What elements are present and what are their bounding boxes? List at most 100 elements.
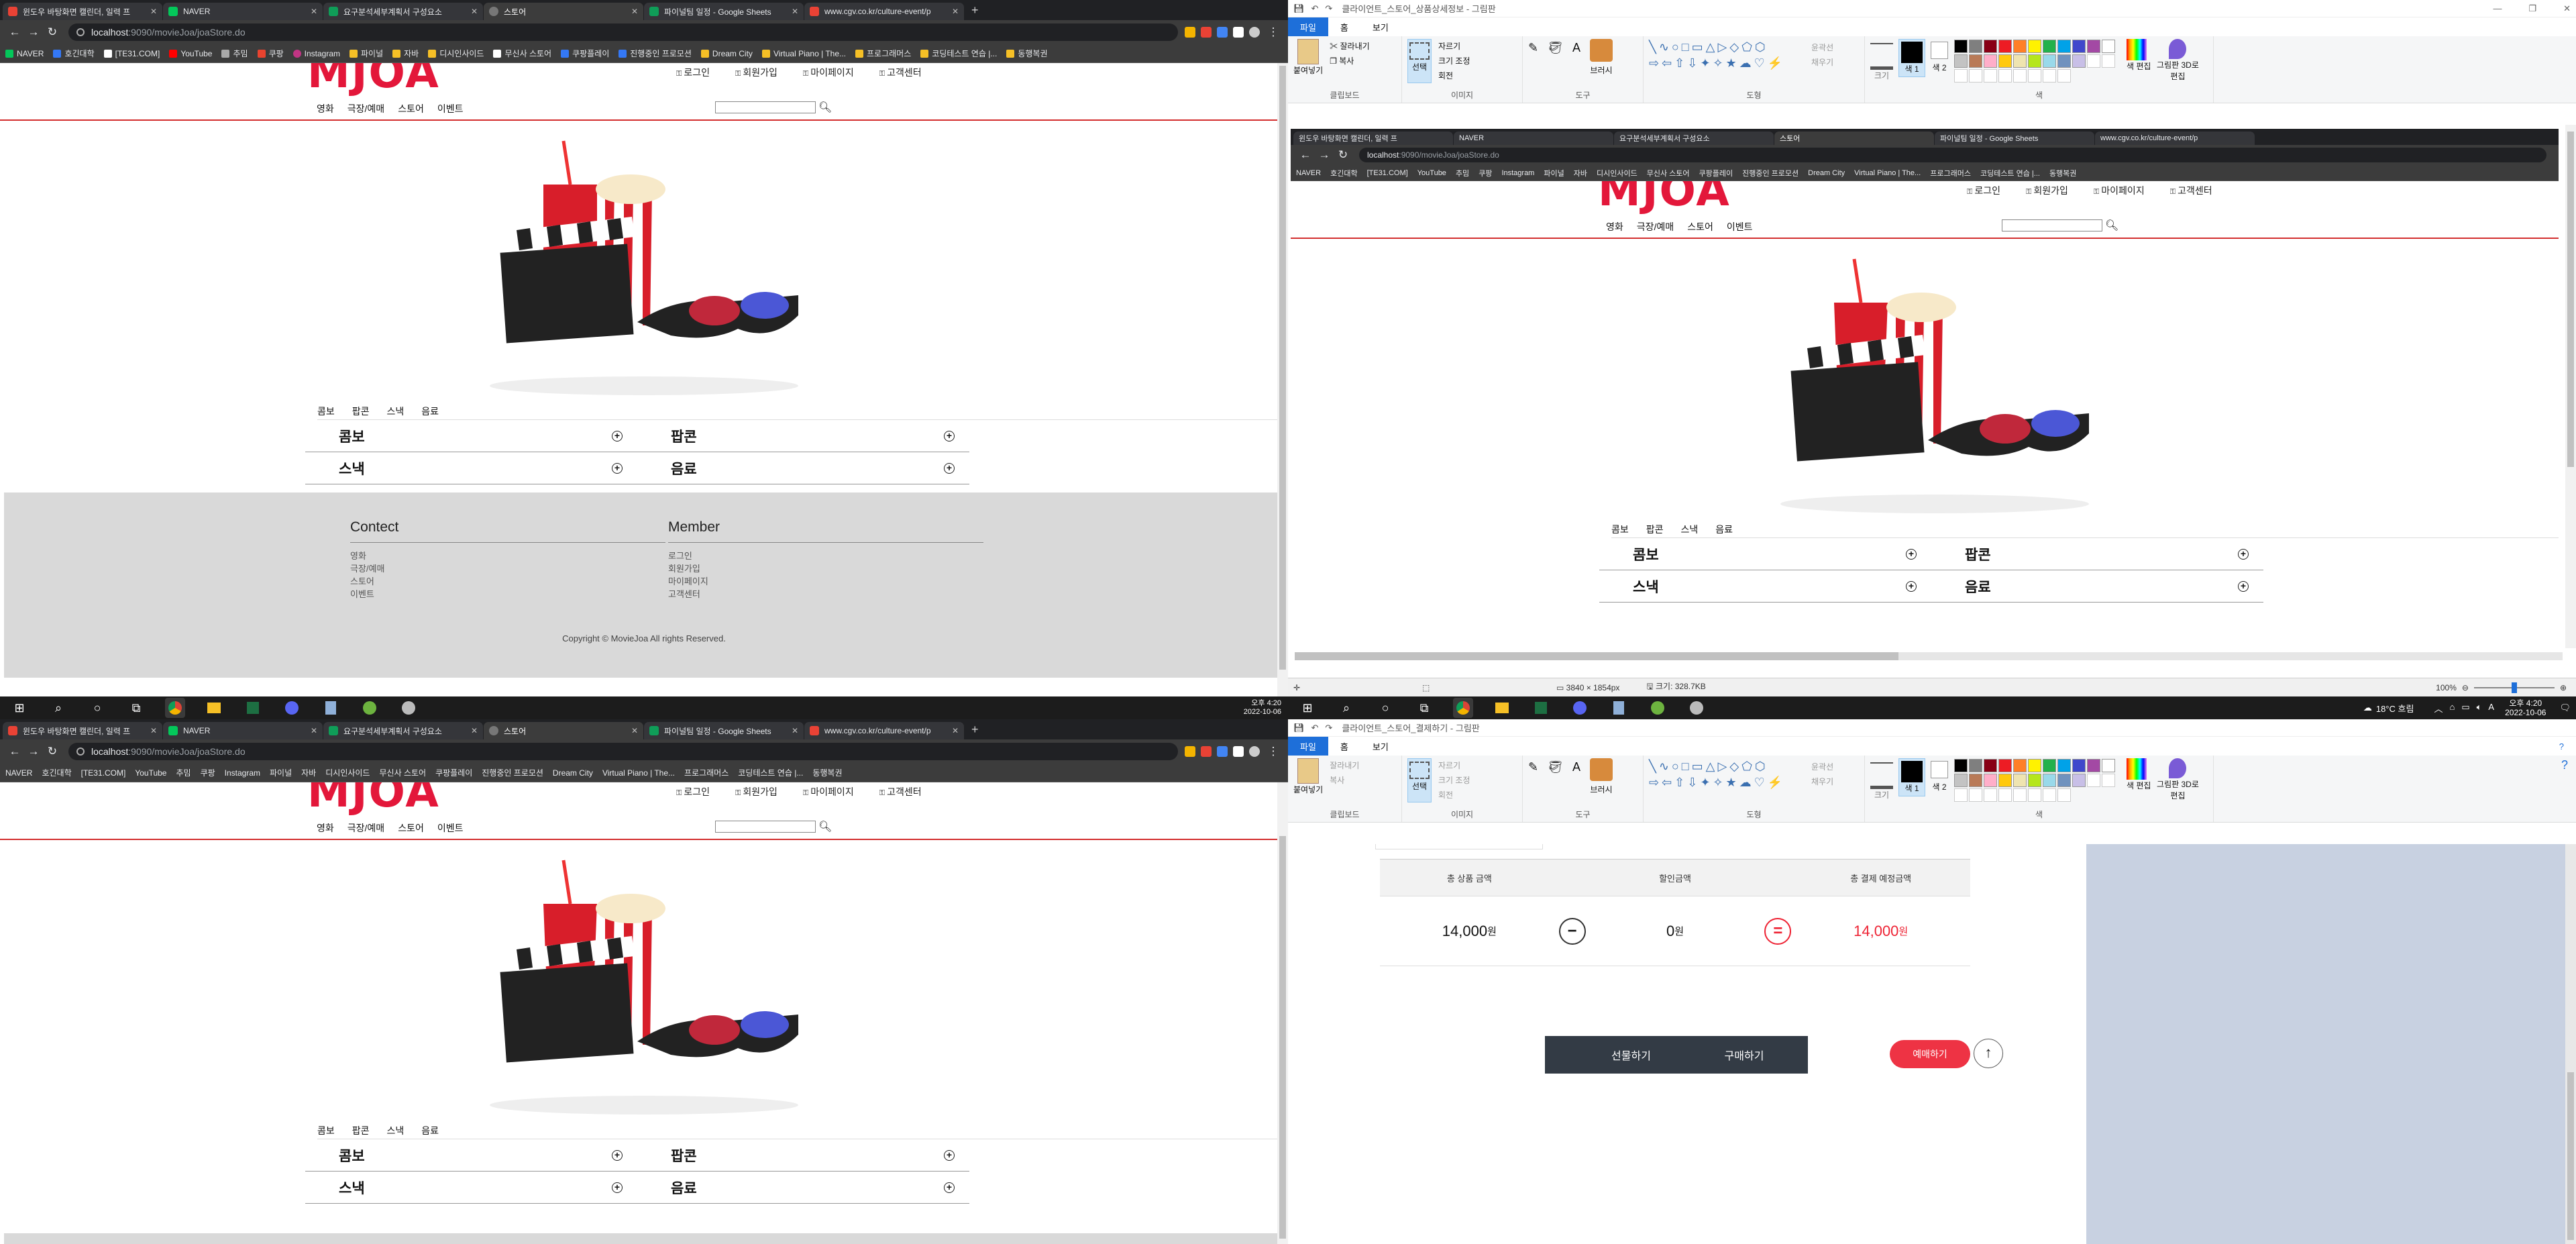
- bookmark[interactable]: [TE31.COM]: [81, 768, 126, 778]
- select-button[interactable]: 선택: [1407, 758, 1432, 802]
- palette-swatch[interactable]: [1984, 40, 1997, 53]
- forward-icon[interactable]: →: [24, 745, 43, 758]
- extension-icon[interactable]: [1217, 27, 1228, 38]
- customer-center-link[interactable]: 고객센터: [879, 66, 922, 79]
- palette-swatch[interactable]: [1954, 759, 1968, 772]
- extension-icon[interactable]: [1217, 746, 1228, 757]
- footer-link[interactable]: 회원가입: [668, 562, 983, 575]
- profile-icon[interactable]: [1249, 27, 1260, 38]
- puzzle-icon[interactable]: [1233, 27, 1244, 38]
- search-icon[interactable]: 🔍︎: [818, 820, 832, 833]
- puzzle-icon[interactable]: [1233, 746, 1244, 757]
- bookmark[interactable]: Dream City: [700, 49, 753, 58]
- palette-swatch-empty[interactable]: [2087, 774, 2100, 787]
- scrollbar-thumb[interactable]: [2567, 1072, 2574, 1240]
- address-bar[interactable]: localhost:9090/movieJoa/joaStore.do: [68, 23, 1178, 41]
- bookmark[interactable]: 무신사 스토어: [379, 767, 426, 778]
- palette-swatch[interactable]: [2102, 40, 2115, 53]
- menu-home[interactable]: 홈: [1328, 17, 1360, 37]
- palette-swatch[interactable]: [2043, 759, 2056, 772]
- extension-icon[interactable]: [1185, 746, 1195, 757]
- bookmark[interactable]: 무신사 스토어: [493, 48, 551, 59]
- close-icon[interactable]: ✕: [948, 726, 959, 735]
- search-icon[interactable]: ⌕: [1336, 698, 1356, 718]
- buy-button[interactable]: 구매하기: [1680, 1036, 1808, 1074]
- windows-start-icon[interactable]: ⊞: [1297, 698, 1318, 718]
- menu-movie[interactable]: 영화: [317, 821, 334, 835]
- paint-canvas[interactable]: 총 상품 금액 할인금액 총 결제 예정금액 14,000 원 − 0원 = 14…: [1288, 844, 2576, 1244]
- paste-button[interactable]: 붙여넣기: [1293, 39, 1323, 76]
- category-combo[interactable]: 콤보 +: [305, 420, 637, 452]
- notification-icon[interactable]: 🗨︎: [2559, 703, 2571, 713]
- resize-button[interactable]: 크기 조정: [1438, 773, 1470, 788]
- bookmark[interactable]: 프로그래머스: [855, 48, 911, 59]
- scrollbar-thumb[interactable]: [1279, 66, 1286, 670]
- palette-swatch[interactable]: [1984, 759, 1997, 772]
- bookmark[interactable]: 동행복권: [1006, 48, 1048, 59]
- menu-home[interactable]: 홈: [1328, 737, 1360, 756]
- tab-popcorn[interactable]: 팝콘: [352, 1124, 370, 1137]
- palette-swatch[interactable]: [2072, 759, 2086, 772]
- scrollbar-thumb[interactable]: [1295, 652, 1898, 660]
- color1-button[interactable]: 색 1: [1898, 39, 1925, 77]
- palette-swatch[interactable]: [2087, 759, 2100, 772]
- menu-file[interactable]: 파일: [1288, 736, 1328, 756]
- size-button[interactable]: 크기: [1870, 758, 1893, 800]
- tab-snack[interactable]: 스낵: [387, 405, 405, 418]
- palette-swatch-empty[interactable]: [2028, 788, 2041, 802]
- brush-button[interactable]: 브러시: [1589, 758, 1613, 798]
- bookmark[interactable]: 코딩테스트 연습 |...: [738, 767, 803, 778]
- zoom-slider[interactable]: [2473, 682, 2555, 693]
- close-icon[interactable]: ✕: [146, 726, 157, 735]
- chevron-up-icon[interactable]: ︿: [2434, 702, 2443, 715]
- profile-icon[interactable]: [1249, 746, 1260, 757]
- paste-button[interactable]: 붙여넣기: [1293, 758, 1323, 795]
- plus-circle-icon[interactable]: +: [612, 1149, 623, 1161]
- plus-circle-icon[interactable]: +: [612, 1182, 623, 1193]
- browser-tab[interactable]: 요구분석세부계획서 구성요소 ✕: [323, 3, 483, 20]
- customer-center-link[interactable]: 고객센터: [879, 785, 922, 798]
- menu-kebab-icon[interactable]: ⋮: [1264, 25, 1283, 39]
- size-button[interactable]: 크기: [1870, 39, 1893, 81]
- bookmark[interactable]: 파이널: [270, 767, 292, 778]
- bookmark[interactable]: 진행중인 프로모션: [482, 767, 543, 778]
- bookmark[interactable]: Virtual Piano | The...: [602, 768, 675, 778]
- v-scrollbar[interactable]: [2565, 844, 2576, 1244]
- bookmark[interactable]: Instagram: [225, 768, 260, 778]
- palette-swatch[interactable]: [2057, 759, 2071, 772]
- category-drink[interactable]: 음료 +: [637, 452, 969, 484]
- paint3d-button[interactable]: 그림판 3D로 편집: [2156, 39, 2199, 82]
- resize-button[interactable]: 크기 조정: [1438, 54, 1470, 68]
- palette-swatch[interactable]: [2013, 774, 2027, 787]
- footer-link[interactable]: 로그인: [668, 550, 983, 562]
- palette-swatch[interactable]: [2028, 759, 2041, 772]
- cut-button[interactable]: ✂ 잘라내기: [1330, 39, 1370, 54]
- spring-icon[interactable]: [360, 698, 380, 718]
- browser-tab[interactable]: 윈도우 바탕화면 캘린더, 일력 프 ✕: [3, 3, 162, 20]
- palette-swatch-empty[interactable]: [2043, 69, 2056, 83]
- text-icon[interactable]: A: [1572, 758, 1580, 798]
- close-icon[interactable]: ✕: [788, 7, 798, 16]
- browser-tab-active[interactable]: 스토어 ✕: [484, 3, 643, 20]
- palette-swatch[interactable]: [2028, 774, 2041, 787]
- bookmark[interactable]: 디시인사이드: [325, 767, 370, 778]
- palette-swatch[interactable]: [1984, 774, 1997, 787]
- copy-button[interactable]: ❐ 복사: [1330, 54, 1370, 68]
- palette-swatch[interactable]: [1984, 54, 1997, 68]
- rotate-button[interactable]: 회전: [1438, 788, 1470, 802]
- back-icon[interactable]: ←: [5, 745, 24, 758]
- h-scrollbar[interactable]: [1295, 652, 2563, 660]
- palette-swatch-empty[interactable]: [1954, 788, 1968, 802]
- footer-link[interactable]: 고객센터: [668, 588, 983, 601]
- scrollbar[interactable]: [1277, 63, 1288, 696]
- palette-swatch[interactable]: [1998, 774, 2012, 787]
- close-icon[interactable]: ✕: [467, 7, 478, 16]
- paint-canvas[interactable]: 윈도우 바탕화면 캘린더, 일력 프 NAVER 요구분석세부계획서 구성요소 …: [1288, 125, 2576, 662]
- browser-tab[interactable]: 파이널팀 일정 - Google Sheets ✕: [644, 3, 804, 20]
- zoom-out-icon[interactable]: ⊖: [2462, 683, 2469, 692]
- palette-swatch[interactable]: [2013, 40, 2027, 53]
- new-tab-button[interactable]: +: [965, 723, 985, 737]
- browser-tab[interactable]: 윈도우 바탕화면 캘린더, 일력 프 ✕: [3, 722, 162, 739]
- bookmark[interactable]: 쿠팡: [201, 767, 215, 778]
- info-icon[interactable]: [76, 28, 85, 36]
